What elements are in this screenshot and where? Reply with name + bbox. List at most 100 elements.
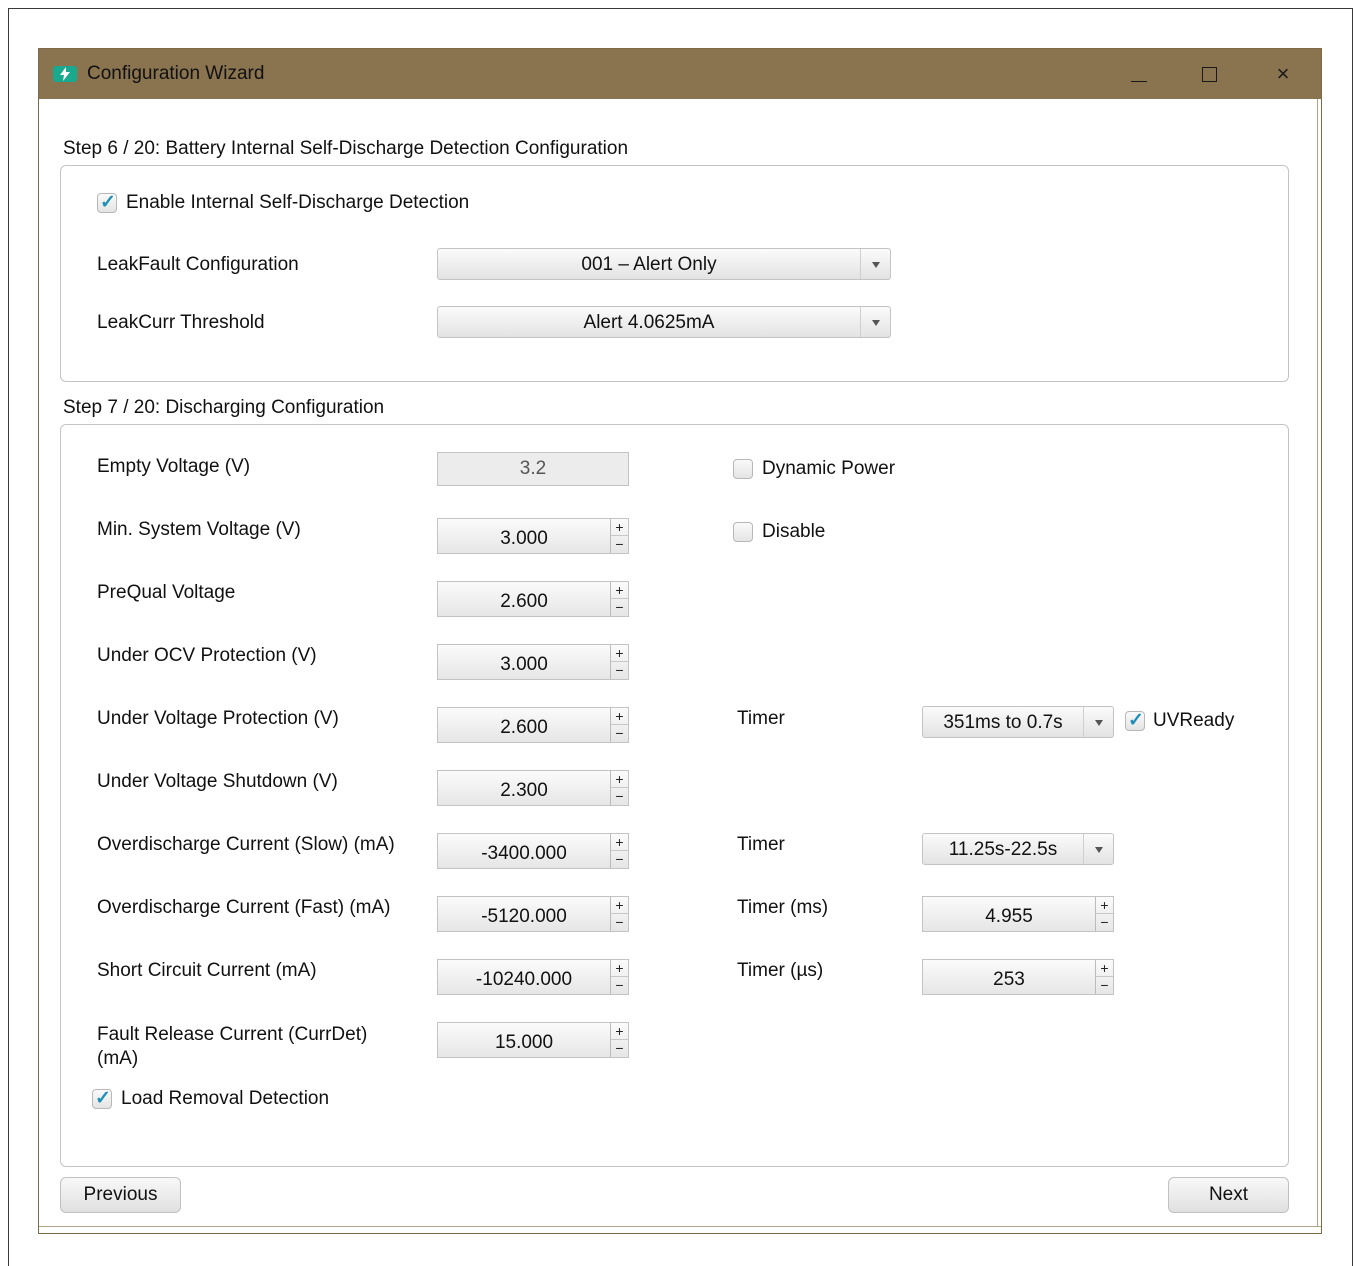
stepper-buttons: + − — [610, 519, 628, 553]
load-removal-label: Load Removal Detection — [121, 1088, 330, 1109]
od-slow-label: Overdischarge Current (Slow) (mA) — [97, 834, 395, 855]
step6-title: Step 6 / 20: Battery Internal Self-Disch… — [63, 138, 629, 159]
under-voltage-protection-stepper[interactable]: 2.600 + − — [437, 707, 629, 743]
minimize-icon — [1131, 81, 1147, 82]
under-ocv-value: 3.000 — [500, 654, 548, 675]
stepper-buttons: + − — [1095, 960, 1113, 994]
stepper-buttons: + − — [610, 771, 628, 805]
under-voltage-protection-value: 2.600 — [500, 717, 548, 738]
decrement-icon[interactable]: − — [611, 599, 628, 616]
leakfault-label: LeakFault Configuration — [97, 254, 299, 275]
od-fast-label: Overdischarge Current (Fast) (mA) — [97, 897, 391, 918]
od-slow-timer-dropdown[interactable]: 11.25s-22.5s — [922, 833, 1114, 865]
increment-icon[interactable]: + — [611, 519, 628, 536]
short-circuit-stepper[interactable]: -10240.000 + − — [437, 959, 629, 995]
empty-voltage-label: Empty Voltage (V) — [97, 456, 251, 477]
chevron-down-icon — [860, 307, 890, 337]
dynamic-power-label: Dynamic Power — [762, 458, 896, 479]
increment-icon[interactable]: + — [611, 960, 628, 977]
chevron-down-icon — [1083, 834, 1113, 864]
leakfault-dropdown[interactable]: 001 – Alert Only — [437, 248, 891, 280]
disable-label: Disable — [762, 521, 826, 542]
decrement-icon[interactable]: − — [611, 725, 628, 742]
fault-release-stepper[interactable]: 15.000 + − — [437, 1022, 629, 1058]
leakfault-value: 001 – Alert Only — [581, 254, 717, 275]
increment-icon[interactable]: + — [611, 897, 628, 914]
stepper-buttons: + − — [610, 708, 628, 742]
checkmark-icon: ✓ — [95, 1088, 111, 1109]
enable-self-discharge-label: Enable Internal Self-Discharge Detection — [126, 192, 470, 213]
checkmark-icon: ✓ — [100, 192, 116, 213]
stepper-buttons: + − — [1095, 897, 1113, 931]
uvready-checkbox[interactable]: ✓ — [1125, 710, 1145, 731]
window-title: Configuration Wizard — [87, 63, 265, 84]
empty-voltage-field: 3.2 — [437, 452, 629, 486]
sc-timer-label: Timer (µs) — [737, 960, 824, 981]
minimize-button[interactable] — [1119, 59, 1159, 89]
increment-icon[interactable]: + — [1096, 897, 1113, 914]
leakcurr-value: Alert 4.0625mA — [583, 312, 715, 333]
od-slow-timer-label: Timer — [737, 834, 785, 855]
window-border-right — [1317, 99, 1318, 1227]
next-button[interactable]: Next — [1168, 1177, 1289, 1213]
enable-self-discharge-checkbox[interactable]: ✓ — [97, 192, 117, 213]
sc-timer-stepper[interactable]: 253 + − — [922, 959, 1114, 995]
increment-icon[interactable]: + — [611, 582, 628, 599]
disable-checkbox[interactable] — [733, 522, 753, 542]
increment-icon[interactable]: + — [611, 1023, 628, 1040]
prequal-voltage-label: PreQual Voltage — [97, 582, 236, 603]
increment-icon[interactable]: + — [611, 645, 628, 662]
increment-icon[interactable]: + — [611, 708, 628, 725]
leakcurr-dropdown[interactable]: Alert 4.0625mA — [437, 306, 891, 338]
chevron-down-icon — [1083, 707, 1113, 737]
fault-release-label: Fault Release Current (CurrDet) (mA) — [97, 1024, 368, 1069]
sc-timer-value: 253 — [993, 969, 1025, 990]
step7-title: Step 7 / 20: Discharging Configuration — [63, 397, 385, 418]
decrement-icon[interactable]: − — [611, 1040, 628, 1057]
uv-timer-dropdown[interactable]: 351ms to 0.7s — [922, 706, 1114, 738]
lightning-icon — [53, 66, 77, 82]
decrement-icon[interactable]: − — [611, 851, 628, 868]
increment-icon[interactable]: + — [611, 834, 628, 851]
stepper-buttons: + − — [610, 582, 628, 616]
previous-button[interactable]: Previous — [60, 1177, 181, 1213]
dynamic-power-checkbox[interactable] — [733, 459, 753, 479]
uv-timer-value: 351ms to 0.7s — [943, 712, 1063, 733]
od-slow-stepper[interactable]: -3400.000 + − — [437, 833, 629, 869]
load-removal-checkbox[interactable]: ✓ — [92, 1088, 112, 1109]
min-system-voltage-stepper[interactable]: 3.000 + − — [437, 518, 629, 554]
od-fast-timer-stepper[interactable]: 4.955 + − — [922, 896, 1114, 932]
close-button[interactable]: × — [1263, 59, 1303, 89]
decrement-icon[interactable]: − — [611, 788, 628, 805]
stepper-buttons: + − — [610, 897, 628, 931]
maximize-icon — [1202, 67, 1217, 82]
decrement-icon[interactable]: − — [611, 914, 628, 931]
decrement-icon[interactable]: − — [1096, 977, 1113, 994]
increment-icon[interactable]: + — [611, 771, 628, 788]
under-ocv-stepper[interactable]: 3.000 + − — [437, 644, 629, 680]
short-circuit-label: Short Circuit Current (mA) — [97, 960, 317, 981]
decrement-icon[interactable]: − — [611, 536, 628, 553]
od-fast-timer-value: 4.955 — [985, 906, 1033, 927]
increment-icon[interactable]: + — [1096, 960, 1113, 977]
under-ocv-label: Under OCV Protection (V) — [97, 645, 317, 666]
fault-release-value: 15.000 — [494, 1032, 554, 1053]
short-circuit-value: -10240.000 — [475, 969, 573, 990]
od-fast-stepper[interactable]: -5120.000 + − — [437, 896, 629, 932]
decrement-icon[interactable]: − — [611, 977, 628, 994]
od-fast-value: -5120.000 — [481, 906, 567, 927]
under-voltage-shutdown-label: Under Voltage Shutdown (V) — [97, 771, 338, 792]
maximize-button[interactable] — [1189, 59, 1229, 89]
under-voltage-shutdown-value: 2.300 — [500, 780, 548, 801]
prequal-voltage-value: 2.600 — [500, 591, 548, 612]
uv-timer-label: Timer — [737, 708, 785, 729]
title-bar[interactable]: Configuration Wizard × — [39, 49, 1321, 99]
min-system-voltage-label: Min. System Voltage (V) — [97, 519, 301, 540]
under-voltage-shutdown-stepper[interactable]: 2.300 + − — [437, 770, 629, 806]
decrement-icon[interactable]: − — [1096, 914, 1113, 931]
od-slow-timer-value: 11.25s-22.5s — [948, 839, 1058, 860]
od-fast-timer-label: Timer (ms) — [737, 897, 829, 918]
prequal-voltage-stepper[interactable]: 2.600 + − — [437, 581, 629, 617]
decrement-icon[interactable]: − — [611, 662, 628, 679]
od-slow-value: -3400.000 — [481, 843, 567, 864]
